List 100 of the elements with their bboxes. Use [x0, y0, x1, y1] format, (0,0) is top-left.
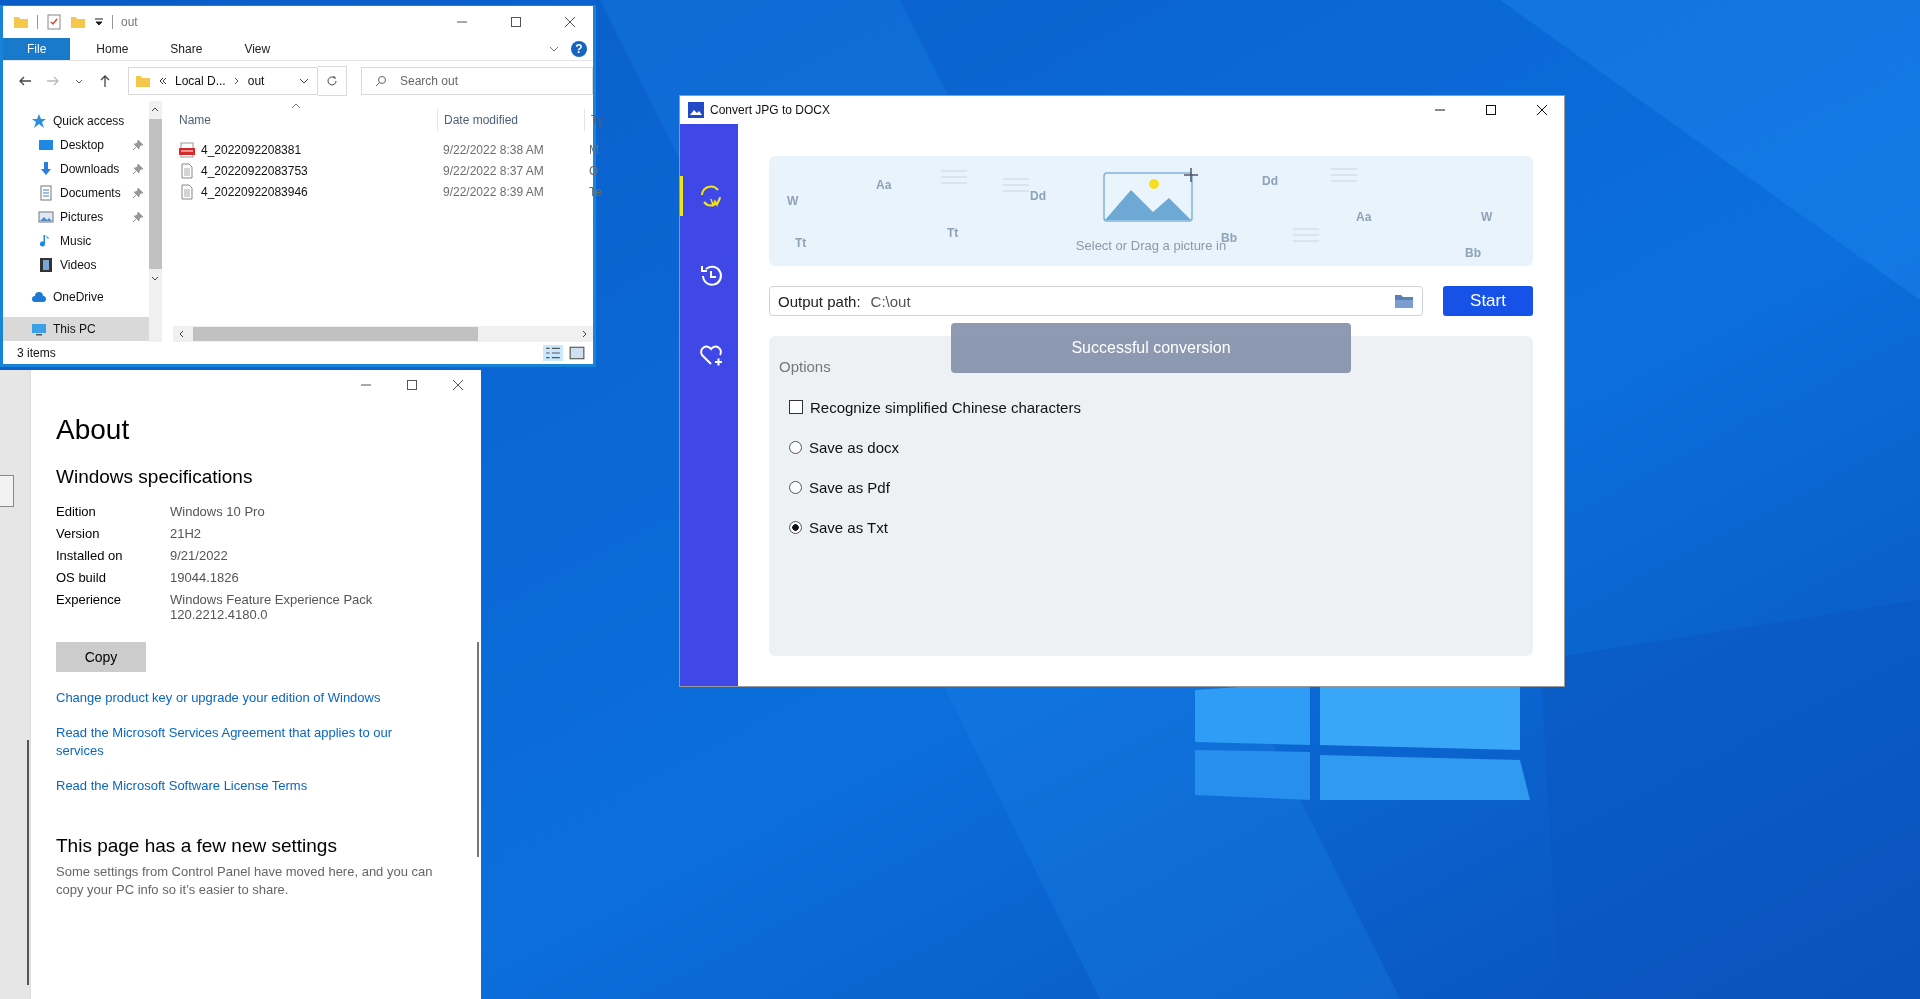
thumbnail-view-icon[interactable]: [567, 345, 587, 361]
details-view-icon[interactable]: [543, 345, 563, 361]
checkbox-label: Recognize simplified Chinese characters: [810, 398, 1081, 416]
film-icon: [38, 257, 54, 273]
scrollbar[interactable]: [477, 642, 479, 857]
back-arrow-icon[interactable]: [18, 74, 32, 88]
address-bar[interactable]: Local D... out: [128, 67, 319, 95]
folder-icon[interactable]: [1394, 293, 1414, 309]
scrollbar-thumb[interactable]: [148, 119, 162, 269]
output-path-field[interactable]: Output path: C:\out: [769, 286, 1423, 316]
double-chevron-icon: [158, 76, 168, 86]
close-icon[interactable]: [1536, 105, 1547, 115]
sort-caret-icon: [291, 103, 301, 109]
decor-letters: Aa: [876, 178, 892, 192]
file-name[interactable]: 4_20220922083946: [201, 184, 308, 199]
nav-item[interactable]: Music: [3, 229, 149, 253]
decor-letters: Dd: [1030, 189, 1046, 203]
ribbon-tab[interactable]: Home: [80, 38, 145, 60]
scroll-down-icon[interactable]: [151, 275, 160, 283]
field-label: Output path:: [778, 292, 861, 310]
radio-label: Save as docx: [809, 438, 900, 456]
scrollbar[interactable]: [27, 740, 29, 985]
pin-icon[interactable]: [132, 140, 143, 150]
pin-icon[interactable]: [132, 164, 143, 174]
chevron-down-icon[interactable]: [549, 44, 559, 54]
breadcrumb-item[interactable]: Local D...: [175, 74, 226, 88]
radio-button[interactable]: [789, 480, 802, 494]
file-name[interactable]: 4_20220922083753: [201, 163, 308, 178]
scroll-up-icon[interactable]: [151, 105, 160, 113]
link[interactable]: Read the Microsoft Services Agreement that applies to our services: [56, 724, 436, 760]
spec-label: Installed on: [56, 548, 124, 563]
caret-icon[interactable]: [94, 17, 104, 27]
document-icon: [38, 185, 54, 201]
spec-label: Version: [56, 526, 101, 541]
spec-value: 19044.1826: [170, 570, 240, 585]
ribbon-tab[interactable]: File: [3, 38, 71, 60]
nav-item[interactable]: Downloads: [3, 157, 149, 181]
nav-item[interactable]: This PC: [3, 317, 149, 341]
text-file-icon: [179, 183, 195, 200]
status-text: 3 items: [17, 346, 56, 360]
table-cell-text: 9/22/2022 8:38 AM: [442, 142, 545, 157]
search-field[interactable]: Search out: [361, 67, 593, 95]
spec-label: Edition: [56, 504, 97, 519]
section-heading: This page has a few new settings: [56, 835, 337, 857]
link[interactable]: Change product key or upgrade your edition of Windows: [56, 689, 381, 707]
radio-label: Save as Txt: [809, 518, 888, 536]
breadcrumb-item[interactable]: out: [247, 74, 265, 88]
scrollbar[interactable]: [148, 101, 162, 342]
nav-item[interactable]: Videos: [3, 253, 149, 277]
scrollbar[interactable]: [173, 326, 593, 342]
decor-letters: W: [787, 194, 799, 208]
image-icon: [38, 209, 54, 225]
radio-button[interactable]: [789, 440, 802, 454]
download-arrow-icon: [38, 161, 54, 177]
close-icon[interactable]: [453, 380, 463, 390]
refresh-icon[interactable]: [326, 75, 339, 87]
up-arrow-icon[interactable]: [98, 74, 112, 88]
help-button[interactable]: ?: [571, 41, 587, 57]
scrollbar-thumb[interactable]: [193, 327, 478, 341]
file-name[interactable]: 4_2022092208381: [201, 142, 302, 157]
maximize-icon[interactable]: [1485, 105, 1496, 115]
scroll-right-icon[interactable]: [581, 330, 589, 338]
column-header[interactable]: Name: [173, 109, 437, 131]
search-icon: [375, 75, 387, 87]
spec-value: Windows Feature Experience Pack 120.2212.4180.0: [170, 592, 374, 622]
spec-value: 21H2: [170, 526, 203, 541]
nav-item[interactable]: OneDrive: [3, 285, 149, 309]
spec-label: Experience: [56, 592, 123, 609]
maximize-icon[interactable]: [407, 380, 417, 390]
description-text: Some settings from Control Panel have moved here, and you can copy your PC info so it’s easier to share.: [56, 863, 434, 899]
checklist-icon[interactable]: [46, 14, 62, 30]
spec-label: OS build: [56, 570, 107, 585]
table-cell-text: 9/22/2022 8:37 AM: [442, 163, 545, 178]
desktop-icon: [38, 137, 54, 153]
link[interactable]: Read the Microsoft Software License Terms: [56, 777, 308, 795]
radio-button[interactable]: [789, 520, 802, 534]
pin-icon[interactable]: [132, 212, 143, 222]
add-image-icon: [1103, 168, 1199, 222]
column-header[interactable]: Date modified: [437, 109, 584, 131]
ribbon-tab[interactable]: Share: [154, 38, 219, 60]
maximize-icon[interactable]: [511, 17, 521, 27]
nav-item[interactable]: Quick access: [3, 109, 149, 133]
checkbox[interactable]: [789, 400, 803, 414]
nav-item[interactable]: Documents: [3, 181, 149, 205]
copy-button[interactable]: Copy: [56, 642, 146, 672]
start-button[interactable]: Start: [1443, 286, 1533, 316]
ribbon-tab[interactable]: View: [228, 38, 287, 60]
nav-item[interactable]: Desktop: [3, 133, 149, 157]
decor-letters: Tt: [947, 226, 959, 240]
cloud-icon: [31, 289, 47, 305]
window-title: Convert JPG to DOCX: [710, 103, 831, 117]
pin-icon[interactable]: [132, 188, 143, 198]
section-heading: Windows specifications: [56, 466, 253, 488]
close-icon[interactable]: [565, 17, 575, 27]
heart-plus-icon: [697, 343, 724, 369]
scroll-left-icon[interactable]: [177, 330, 185, 338]
nav-item[interactable]: Pictures: [3, 205, 149, 229]
chevron-down-icon[interactable]: [299, 76, 310, 86]
decor-letters: Bb: [1465, 246, 1481, 260]
star-icon: [31, 113, 47, 129]
